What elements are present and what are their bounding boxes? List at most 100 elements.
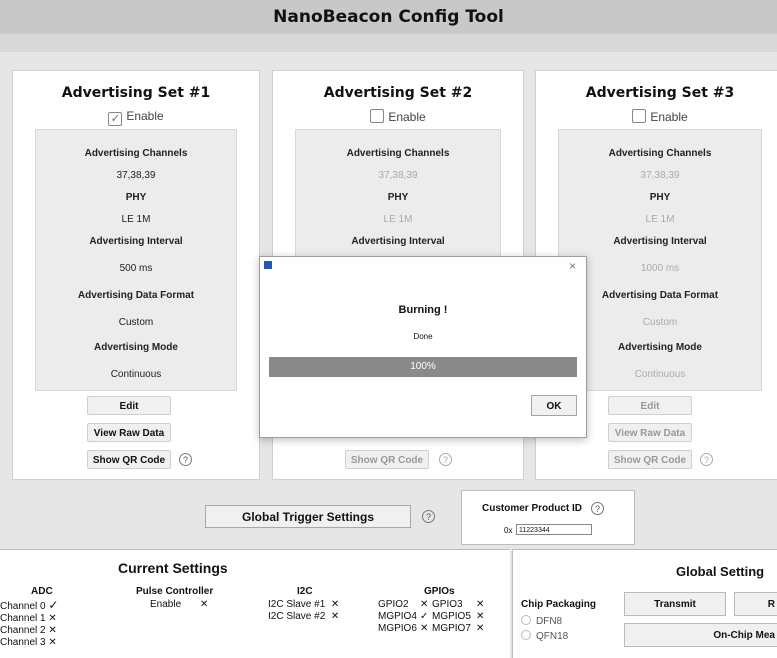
enable-checkbox[interactable]: ✓ Enable: [13, 109, 259, 126]
cross-icon: ✕: [476, 623, 485, 634]
i2c-slave-label: I2C Slave #1: [268, 599, 326, 610]
set-title: Advertising Set #1: [61, 85, 211, 101]
show-qr-code-button[interactable]: Show QR Code: [608, 450, 692, 469]
customer-product-id-label: Customer Product ID: [482, 503, 583, 514]
global-trigger-settings-button[interactable]: Global Trigger Settings: [205, 505, 411, 528]
checkbox-icon[interactable]: [370, 109, 385, 123]
adc-list: Channel 0 ✓ Channel 1 ✕ Channel 2 ✕ Chan…: [0, 599, 58, 649]
adc-row: Channel 0 ✓: [0, 599, 58, 613]
checkmark-icon[interactable]: ✓: [108, 112, 123, 126]
cross-icon: ✕: [200, 599, 209, 610]
on-chip-measurement-button[interactable]: On-Chip Mea: [624, 623, 777, 647]
cross-icon: ✕: [48, 613, 57, 624]
transmit-button[interactable]: Transmit: [624, 592, 726, 616]
phy-label: PHY: [387, 192, 409, 203]
gpios-header: GPIOs: [424, 586, 455, 597]
cross-icon: ✕: [48, 625, 57, 636]
adc-header: ADC: [31, 586, 53, 597]
option-label: DFN8: [536, 616, 563, 627]
burning-dialog: × Burning ! Done 100% OK: [259, 256, 587, 438]
enable-label: Enable: [388, 110, 426, 124]
interval-value: 1000 ms: [640, 263, 680, 274]
radio-icon[interactable]: [521, 630, 531, 640]
global-settings-panel: Global Setting Chip Packaging DFN8 QFN18…: [512, 549, 777, 658]
current-settings-panel: Current Settings ADC Channel 0 ✓ Channel…: [0, 549, 510, 658]
pulse-controller-header: Pulse Controller: [136, 586, 214, 597]
enable-checkbox[interactable]: Enable: [273, 109, 523, 124]
cross-icon: ✕: [420, 599, 429, 610]
dialog-title: Burning !: [398, 304, 448, 316]
radio-qfn18[interactable]: QFN18: [521, 630, 568, 642]
radio-dfn8[interactable]: DFN8: [521, 615, 562, 627]
set-details: Advertising Channels 37,38,39 PHY LE 1M …: [558, 129, 762, 391]
interval-label: Advertising Interval: [89, 236, 183, 247]
mode-label: Advertising Mode: [618, 342, 702, 353]
mode-label: Advertising Mode: [94, 342, 178, 353]
enable-label: Enable: [126, 109, 164, 123]
dialog-message: Done: [413, 332, 433, 341]
adc-channel-label: Channel 0: [0, 601, 46, 612]
set-details: Advertising Channels 37,38,39 PHY LE 1M …: [35, 129, 237, 391]
enable-checkbox[interactable]: Enable: [536, 109, 777, 124]
close-icon[interactable]: ×: [569, 259, 576, 273]
mode-value: Continuous: [634, 369, 686, 380]
global-settings-title: Global Setting: [676, 564, 765, 579]
view-raw-data-button[interactable]: View Raw Data: [608, 423, 692, 442]
cross-icon: ✕: [420, 623, 429, 634]
help-icon[interactable]: ?: [179, 453, 192, 466]
channels-label: Advertising Channels: [346, 148, 450, 159]
hex-prefix: 0x: [504, 526, 513, 535]
edit-button[interactable]: Edit: [608, 396, 692, 415]
i2c-row: I2C Slave #2 ✕: [268, 611, 339, 623]
option-label: QFN18: [536, 631, 569, 642]
gpio-label: MGPIO6: [378, 623, 417, 634]
cross-icon: ✕: [330, 599, 340, 610]
phy-value: LE 1M: [121, 214, 151, 225]
help-icon[interactable]: ?: [700, 453, 713, 466]
check-icon: ✓: [48, 598, 59, 612]
progress-text: 100%: [410, 361, 436, 372]
ok-button[interactable]: OK: [531, 395, 577, 416]
format-label: Advertising Data Format: [601, 290, 719, 301]
gpio-list: GPIO2 ✕ GPIO3 ✕ MGPIO4 ✓ MGPIO5 ✕ MGPIO6 ✕ MGPIO…: [378, 599, 484, 635]
checkbox-icon[interactable]: [632, 109, 647, 123]
gpio-label: MGPIO5: [432, 611, 471, 622]
interval-value: 500 ms: [119, 263, 153, 274]
view-raw-data-button[interactable]: View Raw Data: [87, 423, 171, 442]
phy-value: LE 1M: [383, 214, 413, 225]
progress-bar: 100%: [269, 357, 577, 377]
channels-value: 37,38,39: [116, 170, 156, 181]
phy-label: PHY: [125, 192, 147, 203]
gpio-row: MGPIO6 ✕ MGPIO7 ✕: [378, 623, 484, 635]
show-qr-code-button[interactable]: Show QR Code: [87, 450, 171, 469]
channels-value: 37,38,39: [640, 170, 680, 181]
top-band: [0, 34, 777, 52]
app-icon: [264, 261, 272, 269]
gpio-label: GPIO3: [432, 599, 463, 610]
set-title: Advertising Set #2: [323, 85, 473, 101]
current-settings-title: Current Settings: [118, 560, 228, 576]
mode-value: Continuous: [110, 369, 162, 380]
show-qr-code-button[interactable]: Show QR Code: [345, 450, 429, 469]
enable-label: Enable: [650, 110, 688, 124]
cross-icon: ✕: [476, 611, 485, 622]
adc-channel-label: Channel 2: [0, 625, 46, 636]
chip-packaging-label: Chip Packaging: [521, 599, 597, 610]
gpio-label: MGPIO7: [432, 623, 471, 634]
global-settings-button[interactable]: R: [734, 592, 777, 616]
channels-label: Advertising Channels: [84, 148, 188, 159]
radio-icon[interactable]: [521, 615, 531, 625]
gpio-label: GPIO2: [378, 599, 409, 610]
help-icon[interactable]: ?: [591, 502, 604, 515]
customer-product-id-input[interactable]: 11223344: [516, 524, 592, 535]
edit-button[interactable]: Edit: [87, 396, 171, 415]
gpio-row: MGPIO4 ✓ MGPIO5 ✕: [378, 611, 484, 623]
advertising-set-1-panel: Advertising Set #1 ✓ Enable Advertising C…: [12, 70, 260, 480]
pulse-enable-label: Enable: [150, 599, 182, 610]
adc-row: Channel 2 ✕: [0, 625, 58, 637]
help-icon[interactable]: ?: [439, 453, 452, 466]
cross-icon: ✕: [48, 637, 57, 648]
help-icon[interactable]: ?: [422, 510, 435, 523]
interval-label: Advertising Interval: [613, 236, 707, 247]
phy-label: PHY: [649, 192, 671, 203]
